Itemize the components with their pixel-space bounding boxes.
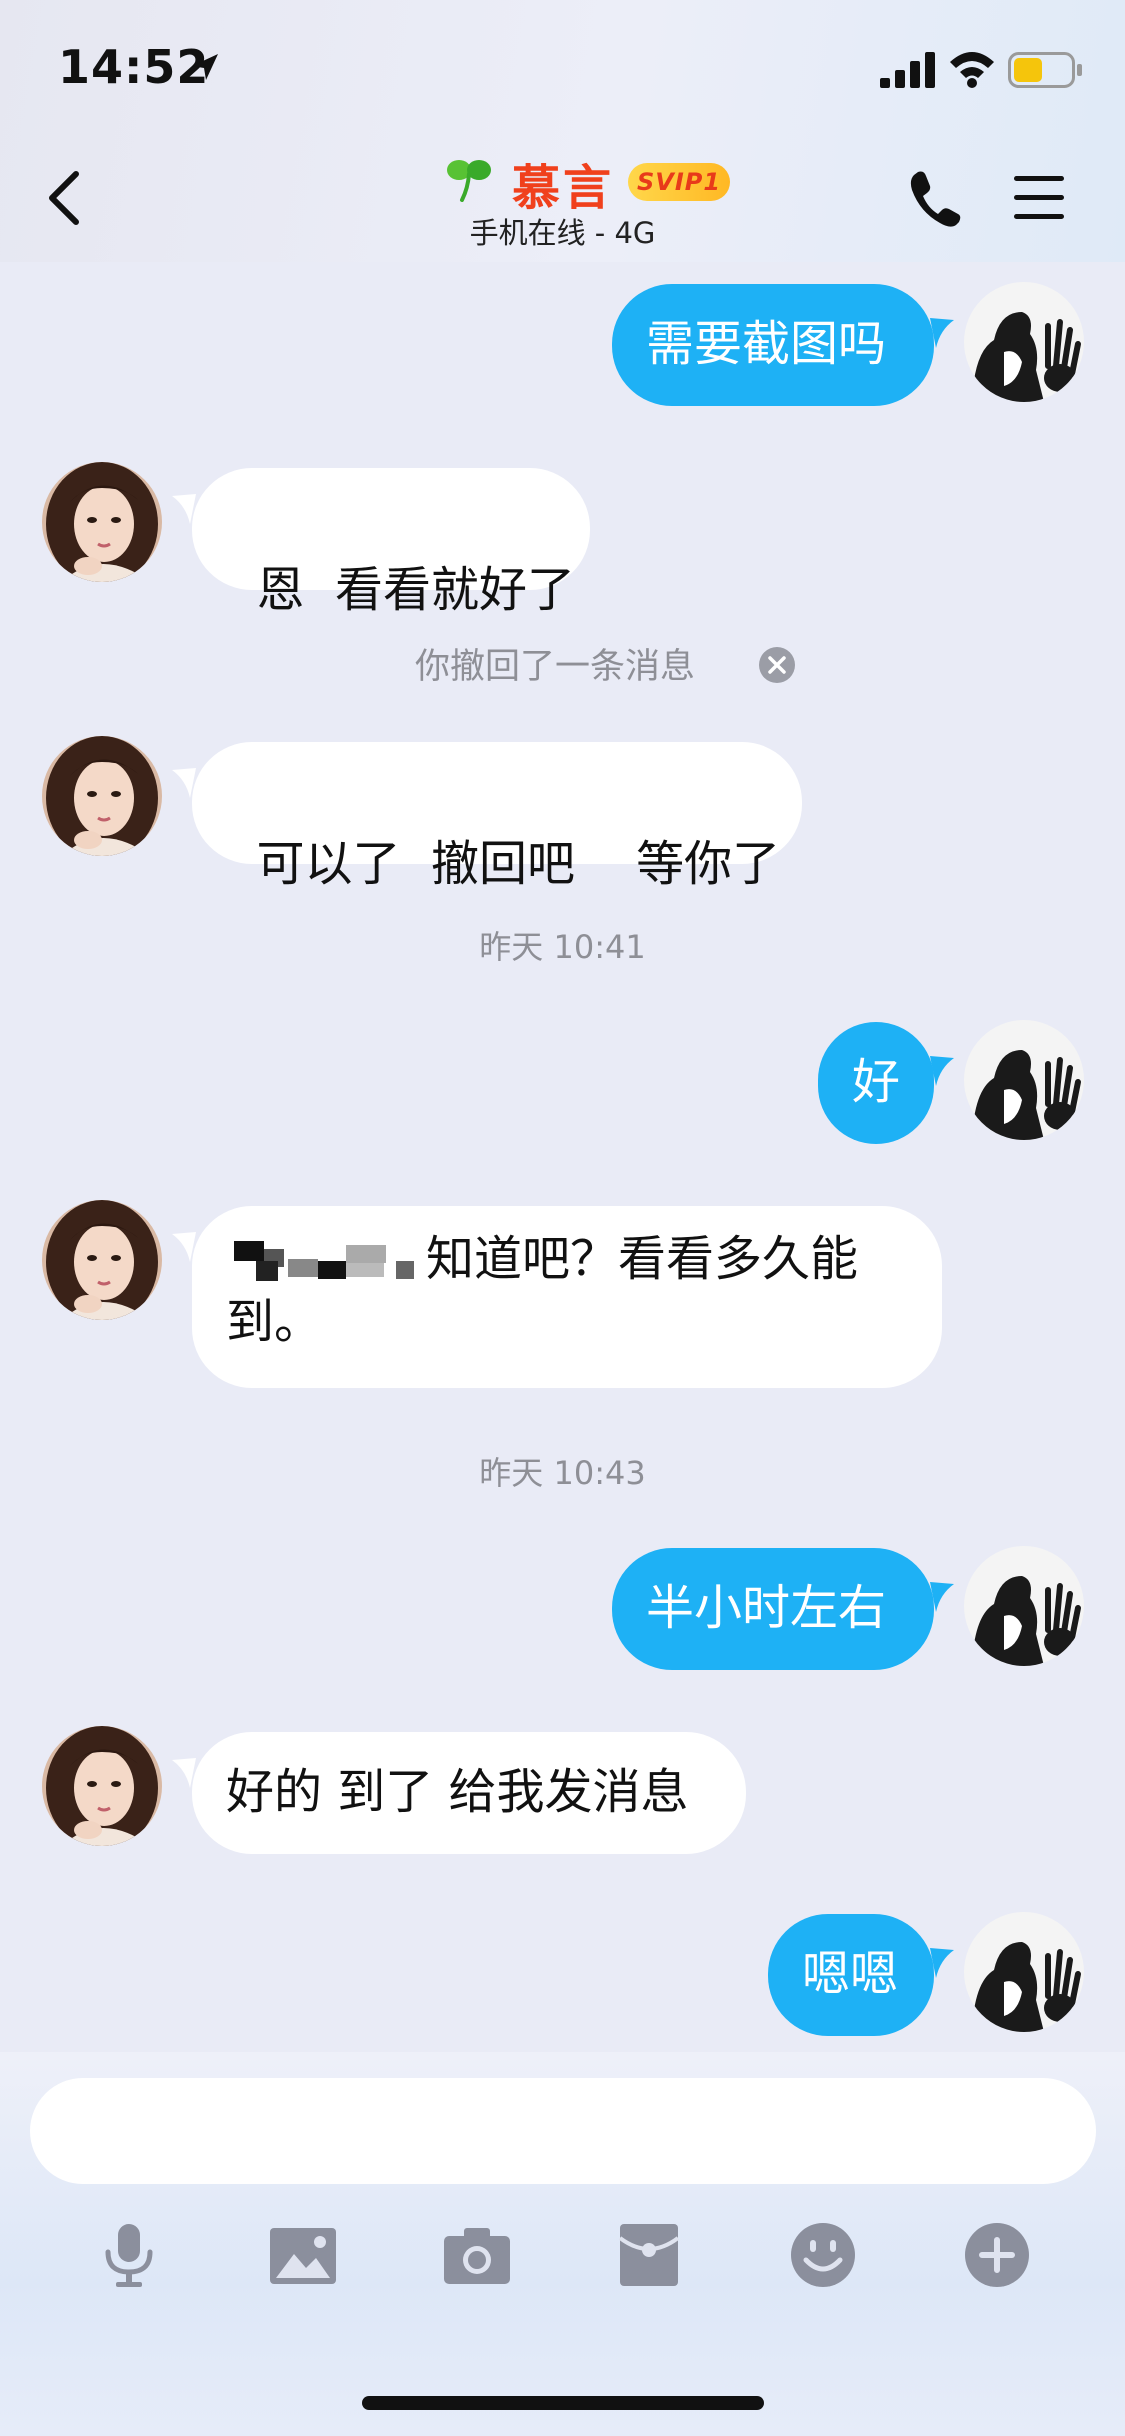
my-avatar[interactable] [964, 1912, 1084, 2032]
message-text: 可以了 撤回吧 等你了 [256, 836, 781, 892]
contact-avatar[interactable] [42, 462, 162, 582]
bubble-tail [930, 1056, 954, 1086]
contact-avatar[interactable] [42, 1200, 162, 1320]
message-bubble-incoming[interactable]: 知道吧？看看多久能 到。 [192, 1206, 942, 1388]
message-bubble-outgoing[interactable]: 好 [818, 1022, 934, 1144]
recall-notice: 你撤回了一条消息 [415, 647, 696, 687]
cellular-signal-icon [880, 52, 935, 88]
contact-avatar[interactable] [42, 736, 162, 856]
menu-icon[interactable] [1012, 172, 1066, 224]
message-text: 需要截图吗 [646, 316, 887, 372]
vip-badge: SVIP1 [628, 163, 730, 201]
bubble-tail [930, 1582, 954, 1612]
timestamp: 昨天 10:41 [479, 928, 646, 966]
message-bubble-outgoing[interactable]: 嗯嗯 [768, 1914, 934, 2036]
location-arrow-icon [192, 54, 218, 80]
message-text: 恩 看看就好了 [256, 562, 576, 618]
contact-avatar[interactable] [42, 1726, 162, 1846]
message-text: 到。 [226, 1294, 323, 1350]
message-bubble-incoming[interactable]: 好的 到了 给我发消息 [192, 1732, 746, 1854]
bubble-tail [930, 1948, 954, 1978]
clover-icon [447, 160, 491, 202]
home-indicator[interactable] [362, 2396, 764, 2410]
bubble-tail [930, 318, 954, 348]
status-time: 14:52 [58, 40, 210, 94]
my-avatar[interactable] [964, 1020, 1084, 1140]
message-text: 好的 到了 给我发消息 [226, 1764, 689, 1820]
message-line-2: 到。 [226, 1291, 908, 1353]
message-input[interactable] [30, 2078, 1096, 2184]
timestamp: 昨天 10:43 [479, 1454, 646, 1492]
phone-call-icon[interactable] [906, 168, 962, 228]
message-line-1: 知道吧？看看多久能 [226, 1228, 908, 1291]
message-bubble-incoming[interactable]: 可以了 撤回吧 等你了 [192, 742, 802, 892]
red-packet-icon[interactable] [614, 2220, 684, 2290]
pixelated-redaction [234, 1241, 414, 1281]
microphone-icon[interactable] [94, 2220, 164, 2290]
message-text: 半小时左右 [646, 1580, 887, 1636]
wifi-icon [950, 52, 994, 88]
message-bubble-outgoing[interactable]: 需要截图吗 [612, 284, 934, 406]
emoji-icon[interactable] [788, 2220, 858, 2290]
camera-icon[interactable] [442, 2220, 512, 2290]
plus-icon[interactable] [962, 2220, 1032, 2290]
message-text: 好 [851, 1054, 900, 1110]
battery-icon [1008, 52, 1082, 88]
my-avatar[interactable] [964, 282, 1084, 402]
message-bubble-outgoing[interactable]: 半小时左右 [612, 1548, 934, 1670]
my-avatar[interactable] [964, 1546, 1084, 1666]
message-text: 嗯嗯 [802, 1946, 899, 2002]
message-text: 知道吧？看看多久能 [426, 1231, 859, 1287]
contact-name[interactable]: 慕言 [512, 148, 614, 218]
message-bubble-incoming[interactable]: 恩 看看就好了 [192, 468, 590, 618]
image-icon[interactable] [268, 2220, 338, 2290]
close-icon[interactable] [758, 646, 796, 684]
